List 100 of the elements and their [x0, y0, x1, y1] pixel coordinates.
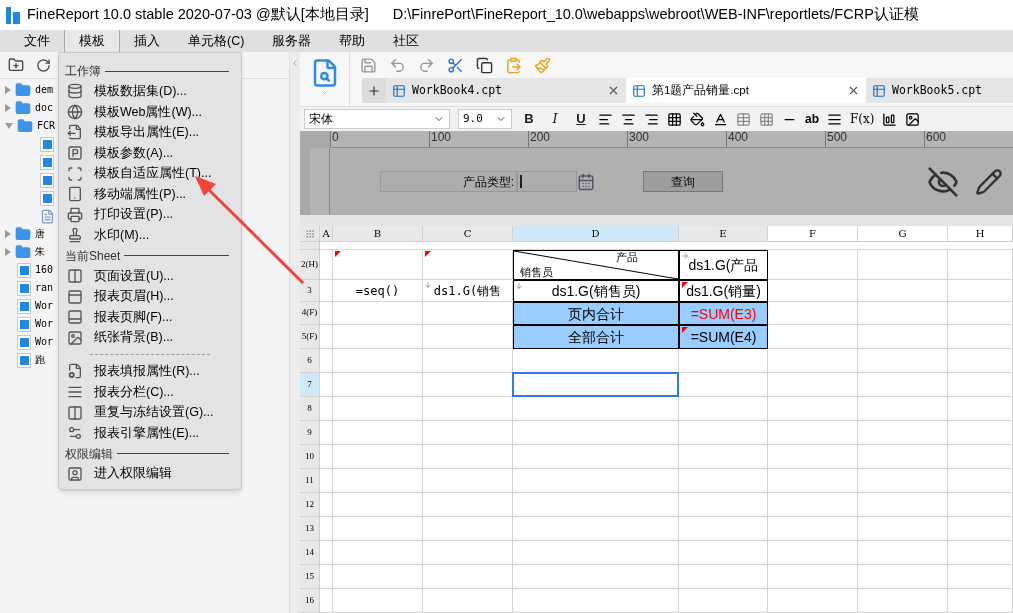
menu-bar-item[interactable]: 单元格(C): [174, 30, 259, 52]
tree-item[interactable]: 跑: [35, 355, 45, 365]
row-header[interactable]: 7: [300, 373, 320, 397]
tree-item[interactable]: FCR: [37, 121, 56, 131]
align-center-icon[interactable]: [621, 111, 636, 127]
menu-item[interactable]: 模板数据集(D)...: [59, 81, 241, 102]
tree-item[interactable]: 朱: [35, 247, 45, 257]
row-header[interactable]: 4(F): [300, 302, 320, 325]
menu-bar-item[interactable]: 模板: [64, 30, 120, 52]
merge-cells-icon[interactable]: [736, 111, 751, 127]
close-icon[interactable]: [847, 84, 860, 97]
tree-item[interactable]: dem: [35, 85, 54, 95]
row-header[interactable]: 14: [300, 541, 320, 565]
row-header[interactable]: 12: [300, 493, 320, 517]
row-header[interactable]: 13: [300, 517, 320, 541]
report-file-icon: [17, 316, 31, 332]
file-tab[interactable]: WorkBook5.cpt: [866, 78, 1013, 103]
copy-icon[interactable]: [476, 56, 493, 74]
menu-section-header: 权限编辑: [65, 445, 113, 463]
align-right-icon[interactable]: [644, 111, 659, 127]
menu-item[interactable]: 页面设置(U)...: [59, 265, 241, 287]
dropdown-caret-icon[interactable]: [320, 88, 329, 97]
file-tab[interactable]: 第1题产品销量.cpt: [626, 78, 866, 103]
font-color-icon[interactable]: [713, 111, 728, 127]
row-header[interactable]: 11: [300, 469, 320, 493]
text-style-button[interactable]: B: [520, 109, 538, 129]
tree-item[interactable]: Wor: [35, 319, 54, 329]
menu-item[interactable]: 报表分栏(C)...: [59, 381, 241, 403]
parameter-input[interactable]: [517, 171, 577, 192]
tree-item[interactable]: Wor: [35, 301, 54, 311]
menu-item[interactable]: 模板Web属性(W)...: [59, 101, 241, 123]
menu-item[interactable]: 模板参数(A)...: [59, 142, 241, 164]
tree-item[interactable]: 唐: [35, 229, 45, 239]
image-icon[interactable]: [905, 111, 921, 127]
column-header[interactable]: B: [333, 226, 423, 241]
column-header[interactable]: A: [320, 226, 333, 241]
refresh-icon[interactable]: [36, 57, 51, 73]
font-size-select[interactable]: 9.0: [458, 109, 512, 129]
add-sheet-icon[interactable]: [367, 83, 381, 98]
query-button[interactable]: 查询: [643, 171, 723, 192]
tree-item[interactable]: Wor: [35, 337, 54, 347]
menu-bar-item[interactable]: 插入: [120, 30, 174, 52]
menu-item[interactable]: 纸张背景(B)...: [59, 327, 241, 349]
file-tab[interactable]: WorkBook4.cpt: [386, 78, 626, 103]
dropdown-widget-icon[interactable]: [577, 172, 595, 191]
borders-icon[interactable]: [667, 111, 682, 127]
row-header[interactable]: 5(F): [300, 325, 320, 349]
menu-item[interactable]: 模板导出属性(E)...: [59, 122, 241, 143]
menu-item[interactable]: 报表页眉(H)...: [59, 286, 241, 307]
new-folder-icon[interactable]: [8, 57, 24, 73]
menu-item[interactable]: 重复与冻结设置(G)...: [59, 402, 241, 423]
text-style-button[interactable]: I: [546, 109, 564, 129]
menu-bar-item[interactable]: 社区: [379, 30, 434, 52]
paragraph-icon[interactable]: [827, 111, 842, 127]
row-header[interactable]: 3: [300, 280, 320, 302]
hide-icon[interactable]: [927, 165, 959, 198]
menu-item[interactable]: 模板自适应属性(T)...: [59, 163, 241, 184]
align-left-icon[interactable]: [598, 111, 613, 127]
close-icon[interactable]: [607, 84, 620, 97]
table-cell: [948, 302, 1013, 325]
menu-item[interactable]: 打印设置(P)...: [59, 204, 241, 226]
column-header[interactable]: C: [423, 226, 513, 241]
tree-item[interactable]: doc: [35, 103, 54, 113]
menu-bar-item[interactable]: 帮助: [325, 30, 380, 52]
text-tool-button[interactable]: ab: [805, 110, 819, 128]
menu-item[interactable]: 报表填报属性(R)...: [59, 361, 241, 382]
paste-icon[interactable]: [505, 56, 522, 74]
font-family-select[interactable]: 宋体: [304, 109, 450, 129]
row-header[interactable]: 6: [300, 349, 320, 373]
menu-bar-item[interactable]: 文件: [10, 30, 64, 52]
menu-item[interactable]: 进入权限编辑: [59, 463, 241, 485]
menu-bar-item[interactable]: 服务器: [258, 30, 326, 52]
table-cell: [320, 493, 333, 517]
formula-button[interactable]: F(x): [850, 110, 875, 128]
chart-icon[interactable]: [882, 111, 898, 127]
row-header[interactable]: 2(H): [300, 250, 320, 280]
row-header[interactable]: 10: [300, 445, 320, 469]
menu-item[interactable]: 报表页脚(F)...: [59, 306, 241, 328]
menu-item[interactable]: 移动端属性(P)...: [59, 183, 241, 205]
column-header[interactable]: E: [679, 226, 768, 241]
row-header[interactable]: 9: [300, 421, 320, 445]
row-header[interactable]: 15: [300, 565, 320, 589]
save-icon[interactable]: [360, 56, 377, 74]
edit-icon[interactable]: [975, 167, 1003, 196]
cut-icon[interactable]: [447, 56, 464, 74]
table-cell: [948, 493, 1013, 517]
split-cells-icon[interactable]: [759, 111, 774, 127]
redo-icon[interactable]: [418, 56, 435, 74]
fill-color-icon[interactable]: [690, 111, 705, 127]
tree-item[interactable]: 160: [35, 265, 54, 275]
undo-icon[interactable]: [389, 56, 406, 74]
row-header[interactable]: 8: [300, 397, 320, 421]
tree-item[interactable]: ran: [35, 283, 54, 293]
menu-item[interactable]: 水印(M)...: [59, 225, 241, 246]
column-header[interactable]: D: [513, 226, 679, 241]
format-painter-icon[interactable]: [534, 56, 551, 74]
select-all-icon[interactable]: [304, 228, 315, 239]
row-header[interactable]: 16: [300, 589, 320, 613]
menu-item[interactable]: 报表引擎属性(E)...: [59, 422, 241, 444]
text-style-button[interactable]: U: [572, 109, 590, 129]
